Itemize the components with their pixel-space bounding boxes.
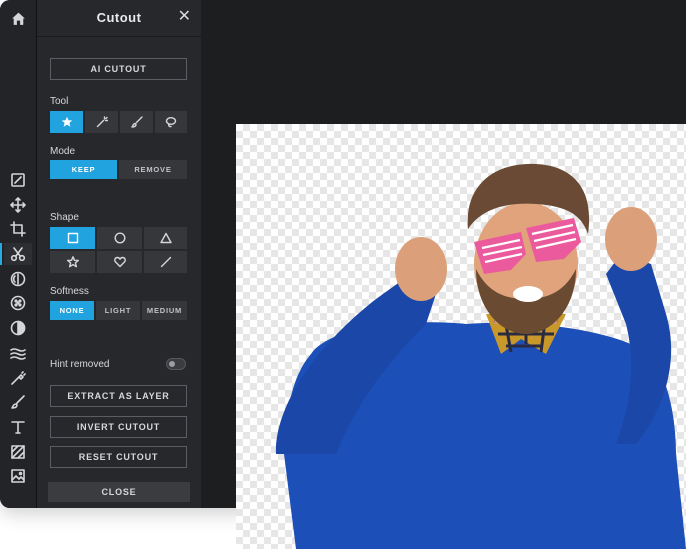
shape-square-button[interactable] (50, 227, 95, 249)
shape-heart-button[interactable] (97, 251, 142, 273)
shape-label: Shape (50, 212, 79, 223)
close-button[interactable]: CLOSE (48, 482, 190, 502)
shape-circle-button[interactable] (97, 227, 142, 249)
lasso-icon (165, 117, 177, 128)
softness-medium-button[interactable]: MEDIUM (142, 301, 187, 320)
image-canvas[interactable] (236, 124, 686, 549)
wave-icon[interactable] (4, 342, 32, 364)
shape-triangle-button[interactable] (144, 227, 187, 249)
line-icon (160, 256, 171, 268)
reset-cutout-button[interactable]: RESET CUTOUT (50, 446, 187, 468)
square-icon (67, 232, 78, 244)
brush-icon[interactable] (4, 391, 32, 413)
move-icon[interactable] (4, 194, 32, 216)
mode-label: Mode (50, 146, 76, 157)
panel-title: Cutout (96, 10, 142, 25)
extract-as-layer-button[interactable]: EXTRACT AS LAYER (50, 385, 187, 407)
panel-header: Cutout ✕ (37, 0, 201, 37)
softness-none-button[interactable]: NONE (50, 301, 94, 320)
adjust-icon[interactable] (4, 317, 32, 339)
hint-removed-toggle[interactable] (166, 358, 186, 370)
softness-label: Softness (50, 286, 89, 297)
ai-cutout-button[interactable]: AI CUTOUT (50, 58, 187, 80)
crop-icon[interactable] (4, 218, 32, 240)
image-icon[interactable] (4, 465, 32, 487)
shape-line-button[interactable] (144, 251, 187, 273)
brush-tool-button[interactable] (120, 111, 153, 133)
heart-icon (113, 256, 126, 268)
effects-icon[interactable] (4, 268, 32, 290)
tool-label: Tool (50, 96, 69, 107)
cutout-person-image (275, 163, 686, 549)
brush-tool-icon (130, 116, 143, 128)
mode-remove-button[interactable]: REMOVE (119, 160, 187, 179)
lasso-tool-button[interactable] (155, 111, 187, 133)
close-icon[interactable]: ✕ (178, 8, 191, 26)
magic-wand-tool-button[interactable] (85, 111, 118, 133)
tool-rail (0, 0, 37, 508)
hint-removed-label: Hint removed (50, 359, 110, 370)
star-outline-icon (66, 256, 79, 268)
magic-wand-icon (96, 116, 108, 128)
texture-icon[interactable] (4, 292, 32, 314)
star-tool-button[interactable] (50, 111, 83, 133)
shape-star-button[interactable] (50, 251, 95, 273)
edit-icon[interactable] (4, 169, 32, 191)
text-icon[interactable] (4, 416, 32, 438)
invert-cutout-button[interactable]: INVERT CUTOUT (50, 416, 187, 438)
triangle-icon (159, 232, 172, 244)
mode-keep-button[interactable]: KEEP (50, 160, 117, 179)
scissors-icon[interactable] (0, 243, 32, 265)
circle-icon (113, 232, 126, 244)
retouch-icon[interactable] (4, 367, 32, 389)
softness-light-button[interactable]: LIGHT (96, 301, 140, 320)
pattern-icon[interactable] (4, 441, 32, 463)
cutout-panel: Cutout ✕ AI CUTOUT Tool Mode KEEP REMOVE… (37, 0, 201, 508)
star-icon (61, 116, 72, 127)
home-icon[interactable] (0, 0, 36, 36)
